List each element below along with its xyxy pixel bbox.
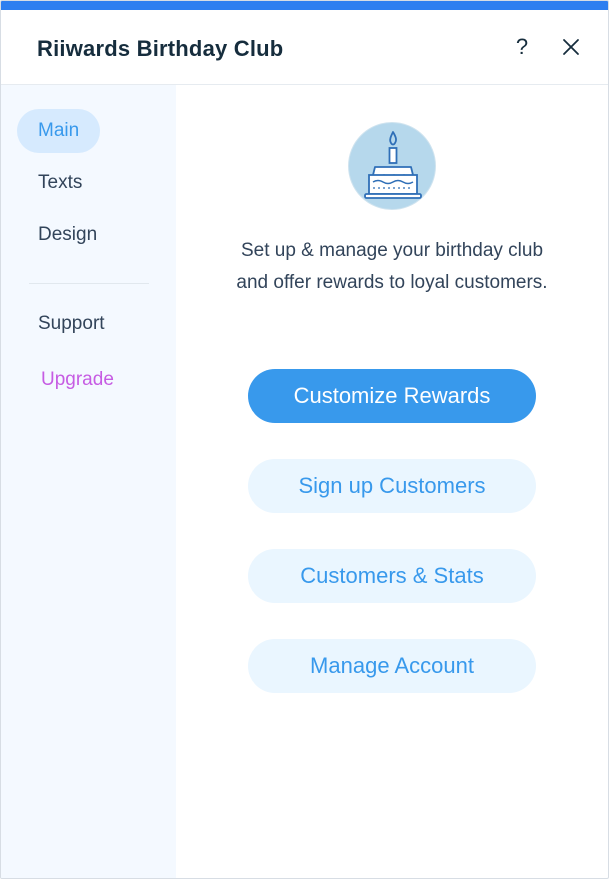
main-content: Set up & manage your birthday club and o… [176,85,608,878]
close-icon[interactable] [559,35,583,59]
panel-title: Riiwards Birthday Club [37,36,284,61]
manage-account-button[interactable]: Manage Account [248,639,536,693]
settings-panel: Riiwards Birthday Club ? Main Texts Desi… [0,0,609,879]
customize-rewards-button[interactable]: Customize Rewards [248,369,536,423]
sidebar-item-design[interactable]: Design [17,213,118,257]
sign-up-customers-button[interactable]: Sign up Customers [248,459,536,513]
description-text: Set up & manage your birthday club and o… [236,240,548,293]
sidebar-divider [29,283,149,284]
sidebar-item-texts[interactable]: Texts [17,161,103,205]
top-accent-bar [1,1,608,10]
birthday-cake-icon [348,122,436,210]
customers-stats-button[interactable]: Customers & Stats [248,549,536,603]
panel-header: Riiwards Birthday Club ? [1,10,608,85]
sidebar: Main Texts Design Support Upgrade [1,85,176,878]
sidebar-item-support[interactable]: Support [17,302,126,346]
sidebar-item-upgrade[interactable]: Upgrade [20,358,135,402]
help-icon[interactable]: ? [511,34,533,60]
sidebar-item-main[interactable]: Main [17,109,101,153]
